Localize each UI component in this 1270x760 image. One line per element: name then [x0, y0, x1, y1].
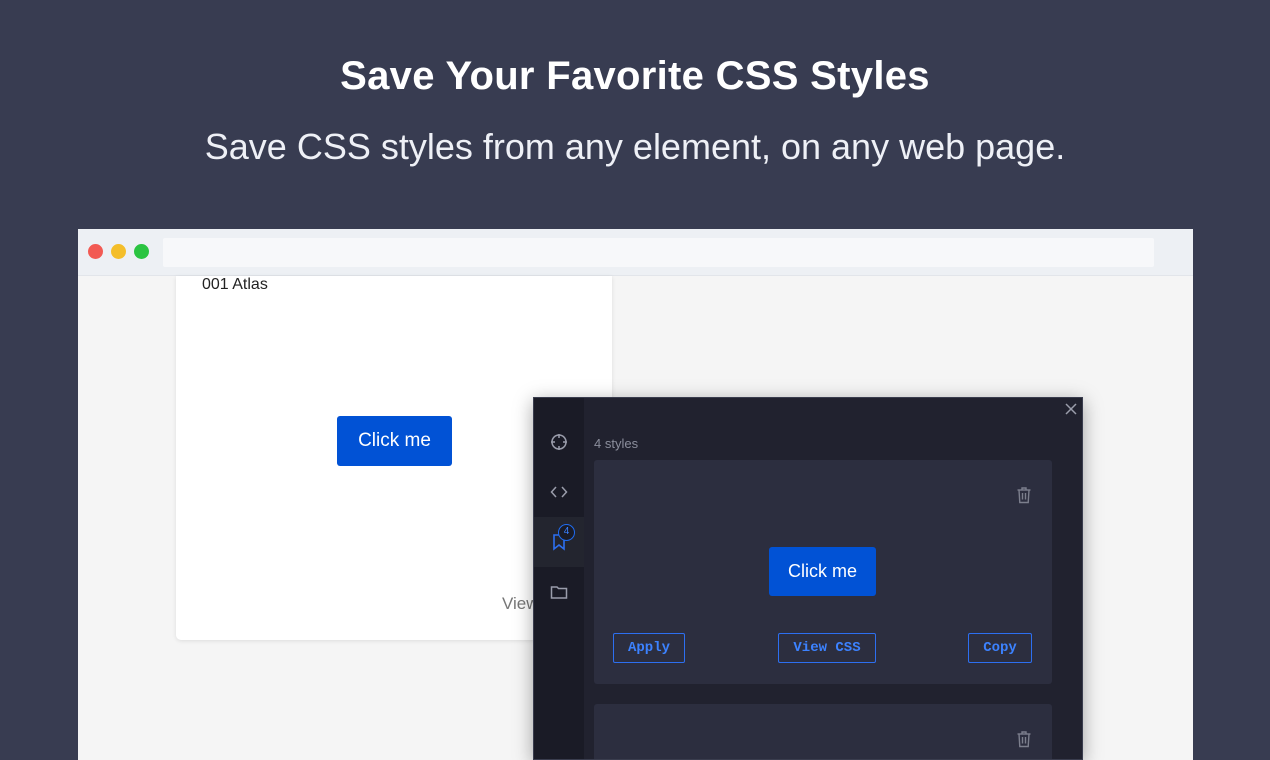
hero-subtitle: Save CSS styles from any element, on any… [204, 126, 1066, 167]
sidebar-item-folders[interactable] [534, 567, 584, 617]
sidebar-item-saved-styles[interactable]: 4 [534, 517, 584, 567]
view-css-button[interactable]: View CSS [778, 633, 876, 663]
trash-icon[interactable] [1016, 486, 1032, 504]
sidebar-item-code[interactable] [534, 467, 584, 517]
minimize-window-dot[interactable] [111, 244, 126, 259]
styles-count: 4 styles [594, 436, 639, 451]
click-me-button[interactable]: Click me [337, 416, 452, 466]
saved-count-badge: 4 [558, 524, 575, 541]
style-preview-button[interactable]: Click me [769, 547, 876, 596]
copy-button[interactable]: Copy [968, 633, 1032, 663]
folder-icon [550, 586, 568, 599]
sidebar-item-inspect[interactable] [534, 417, 584, 467]
apply-button[interactable]: Apply [613, 633, 685, 663]
extension-panel: 4 4 styles Click me Apply View CSS Copy [533, 397, 1083, 760]
style-card [594, 704, 1052, 759]
style-card: Click me Apply View CSS Copy [594, 460, 1052, 684]
extension-sidebar: 4 [534, 398, 584, 759]
browser-toolbar [78, 229, 1193, 276]
crosshair-icon [551, 434, 567, 450]
maximize-window-dot[interactable] [134, 244, 149, 259]
browser-window: 001 Atlas Click me View 4 4 styles Click… [78, 229, 1193, 760]
close-icon[interactable] [1063, 401, 1079, 417]
trash-icon[interactable] [1016, 730, 1032, 748]
card-name: 001 Atlas [202, 276, 268, 293]
address-bar[interactable] [163, 238, 1154, 267]
close-window-dot[interactable] [88, 244, 103, 259]
hero-title: Save Your Favorite CSS Styles [340, 54, 930, 98]
code-icon [550, 486, 568, 498]
